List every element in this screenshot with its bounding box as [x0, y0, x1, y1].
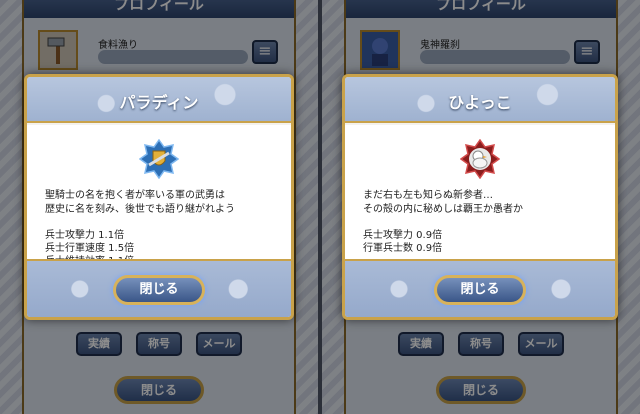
description-line: 聖騎士の名を抱く者が率いる軍の武勇は: [45, 190, 225, 201]
paladin-badge-icon: [138, 138, 180, 180]
dialog-title: ひよっこ: [448, 93, 512, 112]
stat-line: 兵士攻撃力 0.9倍: [363, 230, 443, 241]
description-line: その殻の内に秘めしは覇王か愚者か: [363, 204, 523, 215]
dialog-description: 聖騎士の名を抱く者が率いる軍の武勇は 歴史に名を刻み、後世でも語り継がれよう: [45, 189, 279, 217]
stat-line: 行軍兵士数 0.9倍: [363, 243, 443, 254]
chick-badge-icon: [459, 138, 501, 180]
left-screen: プロフィール 食料漁り ≡ 実績 称号 メール 閉じる パラディン 聖騎士の名を…: [0, 0, 318, 414]
dialog-description: まだ右も左も知らぬ新参者… その殻の内に秘めしは覇王か愚者か: [363, 189, 603, 217]
stat-list: 兵士攻撃力 0.9倍 行軍兵士数 0.9倍: [363, 229, 603, 255]
right-screen: プロフィール 鬼神羅刹 ≡ 実績 称号 メール 閉じる ひよっこ まだ右も左も知…: [322, 0, 640, 414]
description-line: 歴史に名を刻み、後世でも語り継がれよう: [45, 204, 235, 215]
dialog-close-button[interactable]: 閉じる: [434, 275, 526, 305]
dialog-footer: 閉じる: [27, 259, 291, 317]
dialog-close-button[interactable]: 閉じる: [113, 275, 205, 305]
description-line: まだ右も左も知らぬ新参者…: [363, 190, 493, 201]
title-dialog: パラディン 聖騎士の名を抱く者が率いる軍の武勇は 歴史に名を刻み、後世でも語り継…: [24, 74, 294, 320]
stat-line: 兵士行軍速度 1.5倍: [45, 243, 135, 254]
title-dialog: ひよっこ まだ右も左も知らぬ新参者… その殻の内に秘めしは覇王か愚者か 兵士攻撃…: [342, 74, 618, 320]
stat-line: 兵士攻撃力 1.1倍: [45, 230, 125, 241]
dialog-header: パラディン: [27, 77, 291, 123]
dialog-footer: 閉じる: [345, 259, 615, 317]
dialog-title: パラディン: [119, 93, 199, 112]
dialog-header: ひよっこ: [345, 77, 615, 123]
